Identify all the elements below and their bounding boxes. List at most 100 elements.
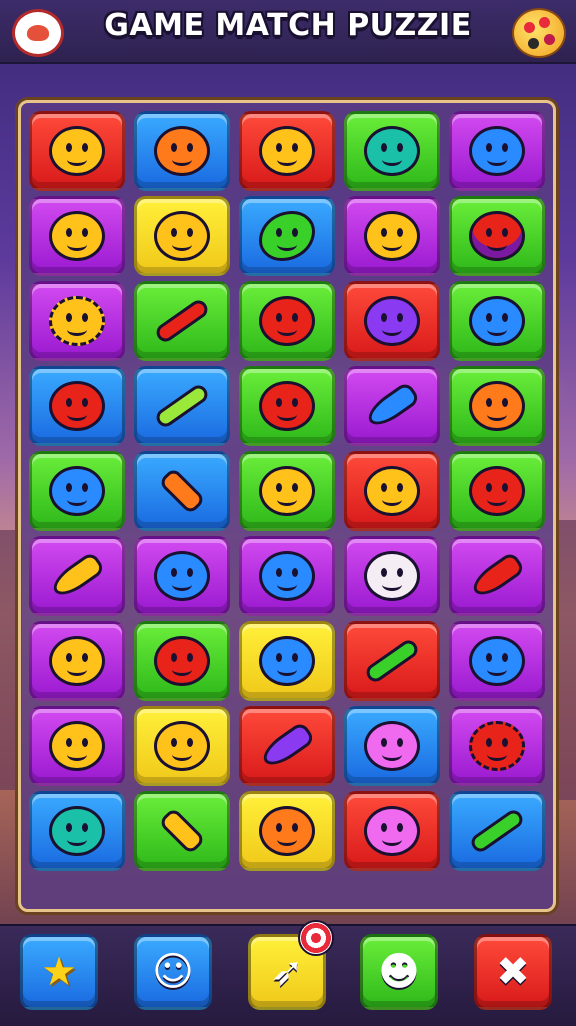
game-board: [18, 100, 556, 912]
mouth: [67, 323, 87, 336]
palette-dot: [544, 34, 555, 45]
game-tile[interactable]: [449, 706, 545, 786]
game-tile[interactable]: [344, 111, 440, 191]
mouth: [487, 408, 507, 421]
mouth: [67, 153, 87, 166]
game-tile[interactable]: [239, 196, 335, 276]
game-tile[interactable]: [29, 281, 125, 361]
game-tile[interactable]: [134, 281, 230, 361]
mouth: [67, 238, 87, 251]
game-tile[interactable]: [29, 536, 125, 616]
mouth: [172, 663, 192, 676]
mouth: [277, 323, 297, 336]
game-tile[interactable]: [29, 706, 125, 786]
palette-icon: [524, 22, 535, 33]
game-tile[interactable]: [344, 536, 440, 616]
mouth: [382, 238, 402, 251]
game-tile[interactable]: [134, 196, 230, 276]
game-tile[interactable]: [239, 621, 335, 701]
game-tile[interactable]: [344, 281, 440, 361]
smiley-critter-icon: [364, 126, 420, 176]
smiley-critter-icon: [259, 466, 315, 516]
mouth: [487, 748, 507, 761]
smiley-critter-icon: [259, 126, 315, 176]
planet-critter-icon: [469, 211, 525, 261]
game-tile[interactable]: [134, 451, 230, 531]
game-tile[interactable]: [344, 451, 440, 531]
x-powerup-button[interactable]: ✖: [474, 934, 552, 1010]
game-tile[interactable]: [134, 111, 230, 191]
game-tile[interactable]: [134, 791, 230, 871]
mouth: [172, 748, 192, 761]
mouth: [382, 578, 402, 591]
game-tile[interactable]: [239, 706, 335, 786]
mouth: [382, 833, 402, 846]
game-tile[interactable]: [239, 281, 335, 361]
smiley-critter-icon: [259, 636, 315, 686]
game-tile[interactable]: [239, 451, 335, 531]
palette-button[interactable]: [512, 8, 566, 58]
mouth: [172, 153, 192, 166]
tile-grid: [29, 111, 545, 871]
close-icon: ✖: [496, 949, 530, 995]
smiley-critter-icon: [49, 806, 105, 856]
game-tile[interactable]: [449, 281, 545, 361]
smiley-critter-icon: [469, 381, 525, 431]
game-tile[interactable]: [134, 536, 230, 616]
game-tile[interactable]: [29, 366, 125, 446]
cone-icon: [467, 550, 526, 602]
mouth: [382, 748, 402, 761]
rocket-icon: [257, 720, 317, 772]
game-tile[interactable]: [449, 621, 545, 701]
game-tile[interactable]: [344, 706, 440, 786]
top-bar: GAME MATCH PUZZIE: [0, 0, 576, 64]
game-tile[interactable]: [29, 451, 125, 531]
mouth: [277, 408, 297, 421]
game-tile[interactable]: [29, 111, 125, 191]
smiley-critter-icon: [49, 466, 105, 516]
game-tile[interactable]: [239, 791, 335, 871]
game-tile[interactable]: [134, 706, 230, 786]
mouth: [382, 153, 402, 166]
game-tile[interactable]: [344, 196, 440, 276]
smiley-critter-icon: [49, 721, 105, 771]
smiley-icon: ☺: [152, 949, 194, 995]
game-tile[interactable]: [449, 791, 545, 871]
game-tile[interactable]: [29, 196, 125, 276]
game-tile[interactable]: [239, 111, 335, 191]
smiley-critter-icon: [49, 211, 105, 261]
game-tile[interactable]: [29, 791, 125, 871]
game-tile[interactable]: [239, 536, 335, 616]
smiley-critter-icon: [49, 381, 105, 431]
game-tile[interactable]: [449, 111, 545, 191]
face-powerup-button[interactable]: ☻: [360, 934, 438, 1010]
game-tile[interactable]: [449, 196, 545, 276]
mouth: [382, 323, 402, 336]
star-powerup-button[interactable]: ★: [20, 934, 98, 1010]
game-tile[interactable]: [344, 791, 440, 871]
smiley-critter-icon: [259, 551, 315, 601]
game-tile[interactable]: [29, 621, 125, 701]
game-tile[interactable]: [449, 536, 545, 616]
game-tile[interactable]: [239, 366, 335, 446]
mouth: [172, 578, 192, 591]
game-tile[interactable]: [134, 366, 230, 446]
game-tile[interactable]: [449, 366, 545, 446]
rocket-icon: [362, 380, 422, 432]
game-tile[interactable]: [344, 621, 440, 701]
game-tile[interactable]: [134, 621, 230, 701]
smiley-critter-icon: [154, 721, 210, 771]
game-tile[interactable]: [344, 366, 440, 446]
mouth: [277, 833, 297, 846]
game-tile[interactable]: [449, 451, 545, 531]
game-logo[interactable]: [12, 9, 64, 57]
star-icon: ★: [41, 949, 77, 995]
mouth: [67, 748, 87, 761]
mouth: [277, 493, 297, 506]
page-title: GAME MATCH PUZZIE: [104, 8, 472, 43]
smiley-critter-icon: [364, 551, 420, 601]
cross-icon: [468, 806, 526, 856]
smiley-critter-icon: [469, 126, 525, 176]
smiley-powerup-button[interactable]: ☺: [134, 934, 212, 1010]
mouth: [277, 663, 297, 676]
